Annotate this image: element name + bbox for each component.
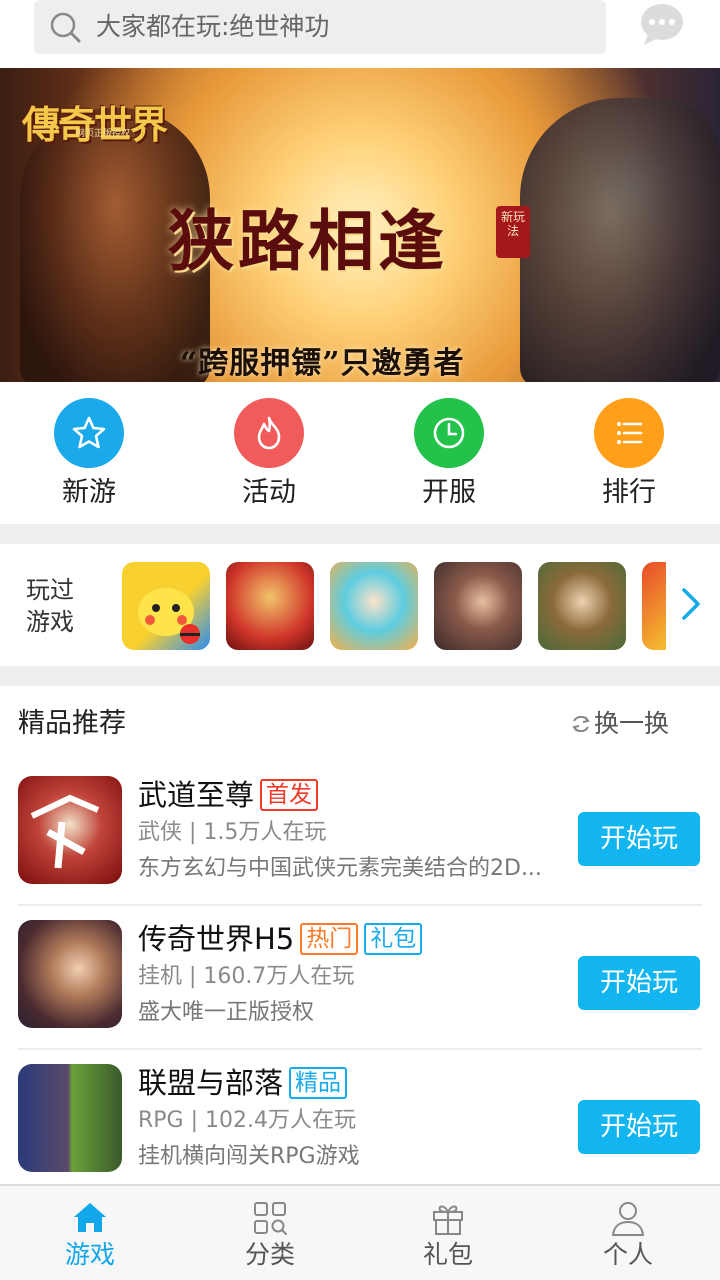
game-title: 联盟与部落 精品 bbox=[138, 1064, 348, 1102]
game-meta: 武侠 | 1.5万人在玩 bbox=[138, 820, 327, 845]
banner-logo-subtitle: 网页正版授权 bbox=[76, 129, 131, 139]
search-bar[interactable]: 大家都在玩:绝世神功 bbox=[34, 0, 606, 54]
tag-premium: 精品 bbox=[289, 1067, 348, 1099]
tab-games[interactable]: 游戏 bbox=[30, 1198, 150, 1278]
list-icon bbox=[617, 422, 643, 444]
swap-button[interactable]: 换一换 bbox=[570, 706, 669, 742]
flame-icon bbox=[257, 416, 281, 450]
quick-nav-label: 新游 bbox=[62, 477, 116, 508]
recommend-title: 精品推荐 bbox=[18, 708, 126, 739]
tab-label: 分类 bbox=[244, 1240, 295, 1269]
game-meta: RPG | 102.4万人在玩 bbox=[138, 1108, 356, 1133]
message-icon[interactable] bbox=[638, 0, 686, 48]
quick-nav-events[interactable]: 活动 bbox=[214, 398, 324, 518]
game-description: 挂机横向闯关RPG游戏 bbox=[138, 1144, 360, 1169]
game-title: 武道至尊 首发 bbox=[138, 776, 319, 814]
banner-hero-right bbox=[520, 98, 720, 382]
bottom-tab-bar: 游戏 分类 礼包 个人 bbox=[0, 1184, 720, 1280]
clock-icon bbox=[433, 417, 465, 449]
promo-banner[interactable]: 傳奇世界 网页正版授权 狭路相逢 新玩法 “跨服押镖”只邀勇者 护镖 劫镖 bbox=[0, 68, 720, 382]
played-games-title: 玩过游戏 bbox=[26, 576, 74, 636]
played-game-icon[interactable] bbox=[122, 562, 210, 650]
game-name: 联盟与部落 bbox=[138, 1066, 284, 1100]
tag-gift: 礼包 bbox=[364, 923, 423, 955]
played-game-icon[interactable] bbox=[226, 562, 314, 650]
section-divider bbox=[0, 524, 720, 544]
gift-icon bbox=[433, 1205, 463, 1235]
search-placeholder: 大家都在玩:绝世神功 bbox=[96, 12, 330, 41]
game-name: 传奇世界H5 bbox=[138, 922, 295, 956]
game-name: 武道至尊 bbox=[138, 778, 255, 812]
game-thumbnail[interactable] bbox=[18, 920, 122, 1028]
star-icon bbox=[72, 416, 106, 449]
quick-nav-server-open-circle bbox=[414, 398, 484, 468]
game-description: 东方玄幻与中国武侠元素完美结合的2D... bbox=[138, 856, 542, 881]
game-thumbnail[interactable] bbox=[18, 776, 122, 884]
tab-label: 游戏 bbox=[64, 1240, 115, 1269]
played-game-icon[interactable] bbox=[330, 562, 418, 650]
game-row[interactable]: 武道至尊 首发 武侠 | 1.5万人在玩 东方玄幻与中国武侠元素完美结合的2D..… bbox=[0, 762, 720, 906]
quick-nav-events-circle bbox=[234, 398, 304, 468]
quick-nav-label: 排行 bbox=[602, 477, 656, 508]
tab-label: 礼包 bbox=[422, 1240, 473, 1269]
search-icon bbox=[50, 12, 81, 43]
quick-nav-label: 开服 bbox=[422, 477, 476, 508]
tab-label: 个人 bbox=[602, 1240, 653, 1269]
refresh-icon bbox=[572, 715, 590, 733]
played-game-icon[interactable] bbox=[434, 562, 522, 650]
banner-seal: 新玩法 bbox=[496, 206, 530, 258]
quick-nav-new-games[interactable]: 新游 bbox=[34, 398, 144, 518]
game-description: 盛大唯一正版授权 bbox=[138, 1000, 315, 1025]
game-thumbnail[interactable] bbox=[18, 1064, 122, 1172]
tab-gift[interactable]: 礼包 bbox=[388, 1198, 508, 1278]
home-icon bbox=[74, 1203, 106, 1232]
person-icon bbox=[611, 1202, 645, 1236]
recommend-header: 精品推荐 换一换 bbox=[0, 686, 720, 762]
tab-profile[interactable]: 个人 bbox=[568, 1198, 688, 1278]
quick-nav-label: 活动 bbox=[242, 477, 296, 508]
wudao-art bbox=[30, 794, 100, 869]
quick-nav-ranking[interactable]: 排行 bbox=[574, 398, 684, 518]
play-button[interactable]: 开始玩 bbox=[578, 956, 700, 1010]
pikachu-art bbox=[138, 588, 200, 644]
quick-nav-server-open[interactable]: 开服 bbox=[394, 398, 504, 518]
played-game-icon[interactable] bbox=[538, 562, 626, 650]
tag-first-release: 首发 bbox=[260, 779, 319, 811]
play-button[interactable]: 开始玩 bbox=[578, 1100, 700, 1154]
quick-nav-new-games-circle bbox=[54, 398, 124, 468]
swap-label: 换一换 bbox=[594, 709, 670, 738]
play-button[interactable]: 开始玩 bbox=[578, 812, 700, 866]
banner-headline: 狭路相逢 bbox=[168, 202, 448, 280]
played-game-icon[interactable] bbox=[642, 562, 666, 650]
section-divider bbox=[0, 666, 720, 686]
game-row[interactable]: 传奇世界H5 热门 礼包 挂机 | 160.7万人在玩 盛大唯一正版授权 开始玩 bbox=[0, 906, 720, 1050]
top-bar: 大家都在玩:绝世神功 bbox=[0, 0, 720, 68]
category-icon bbox=[254, 1202, 287, 1235]
quick-nav-ranking-circle bbox=[594, 398, 664, 468]
quick-nav: 新游 活动 开服 排行 bbox=[0, 382, 720, 524]
game-title: 传奇世界H5 热门 礼包 bbox=[138, 920, 423, 958]
chevron-right-icon[interactable] bbox=[680, 586, 702, 622]
tab-category[interactable]: 分类 bbox=[210, 1198, 330, 1278]
played-games-strip: 玩过游戏 bbox=[0, 544, 720, 666]
banner-logo: 傳奇世界 bbox=[22, 102, 168, 147]
tag-hot: 热门 bbox=[300, 923, 359, 955]
game-meta: 挂机 | 160.7万人在玩 bbox=[138, 964, 355, 989]
game-row[interactable]: 联盟与部落 精品 RPG | 102.4万人在玩 挂机横向闯关RPG游戏 开始玩 bbox=[0, 1050, 720, 1194]
banner-tagline: “跨服押镖”只邀勇者 bbox=[180, 346, 465, 381]
